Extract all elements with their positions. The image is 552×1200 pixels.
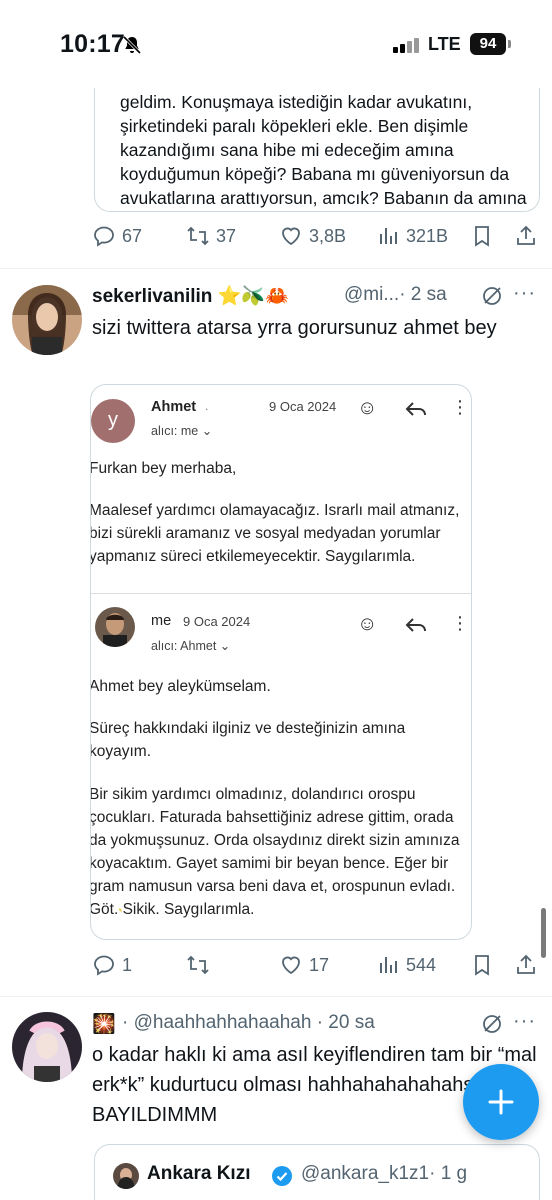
heart-icon [282, 956, 300, 975]
reply-icon [94, 955, 114, 976]
tweet-divider [0, 268, 552, 269]
reply-icon [94, 226, 114, 247]
retweet-button[interactable] [186, 953, 216, 977]
email-sender: me [151, 613, 172, 629]
views-icon [380, 957, 397, 973]
quoted-tweet-text: geldim. Konuşmaya istediğin kadar avukat… [120, 90, 530, 211]
avatar-photo [12, 1012, 82, 1082]
tweet-actions: 67 37 3,8B 321B [90, 224, 540, 254]
status-time: 10:17 [60, 30, 125, 58]
email-greeting: Ahmet bey aleykümselam. [90, 678, 271, 695]
share-icon [517, 225, 535, 245]
views-icon [380, 228, 397, 244]
tweet-actions: 1 17 544 [90, 953, 540, 983]
views-button[interactable]: 544 [376, 953, 436, 977]
more-options-icon[interactable]: ··· [513, 282, 536, 305]
bookmark-icon [475, 955, 489, 976]
more-options-icon[interactable]: ··· [513, 1010, 536, 1033]
heart-icon [282, 227, 300, 246]
tweet-time: · 2 sa [399, 284, 447, 305]
network-label: LTE [428, 34, 461, 54]
email-paragraph-2: Bir sikim yardımcı olmadınız, dolandırıc… [90, 786, 460, 918]
email-sender-dot: . [205, 399, 209, 413]
share-button[interactable] [514, 953, 538, 977]
compose-button[interactable] [463, 1064, 539, 1140]
tweet-text: sizi twittera atarsa yrra gorursunuz ahm… [92, 317, 497, 339]
battery-tip [508, 40, 511, 48]
tweet-time: · 20 sa [316, 1012, 375, 1033]
tweet-handle[interactable]: @mi...· 2 sa [344, 284, 447, 306]
share-icon [517, 954, 535, 974]
email-paragraph-1: Süreç hakkındaki ilginiz ve desteğinizin… [90, 720, 406, 760]
verified-badge-icon [272, 1166, 292, 1186]
email-separator [91, 593, 471, 594]
name-emoji-badge: 🎇 [92, 1014, 116, 1035]
email-sender: Ahmet [151, 399, 197, 415]
avatar-photo [12, 285, 82, 355]
battery-icon: 94 [470, 33, 506, 55]
reply-arrow-icon[interactable] [405, 617, 427, 633]
reply-arrow-icon[interactable] [405, 401, 427, 417]
quoted-tweet-card[interactable]: Ankara Kızı @ankara_k1z1· 1 g [94, 1144, 540, 1200]
share-button[interactable] [514, 224, 538, 248]
plus-icon [488, 1089, 514, 1115]
grok-icon[interactable] [481, 285, 503, 307]
email-date: 9 Oca 2024 [183, 614, 251, 629]
bell-off-icon [122, 35, 142, 55]
retweet-icon [187, 226, 209, 246]
like-button[interactable]: 3,8B [279, 224, 346, 248]
email-date: 9 Oca 2024 [269, 399, 337, 414]
quoted-author-name: Ankara Kızı [147, 1163, 251, 1184]
avatar [113, 1163, 139, 1189]
email-avatar-letter: y [91, 399, 135, 443]
avatar[interactable] [12, 1012, 82, 1082]
tweet-media-email-screenshot[interactable]: y Ahmet . 9 Oca 2024 alıcı: me ⌄ ☺ ⋮ Fur… [90, 384, 472, 940]
signal-icon [393, 37, 419, 53]
views-button[interactable]: 321B [376, 224, 448, 248]
tweet-divider [0, 996, 552, 997]
email-recipient[interactable]: alıcı: me ⌄ [151, 423, 212, 438]
bookmark-button[interactable] [470, 224, 494, 248]
avatar[interactable] [12, 285, 82, 355]
quoted-handle: @ankara_k1z1· 1 g [301, 1163, 468, 1184]
status-bar: 10:17 LTE 94 [0, 0, 552, 88]
reply-button[interactable]: 1 [92, 953, 132, 977]
scrollbar[interactable] [541, 908, 546, 958]
tweet-author-name[interactable]: sekerlivanilin ⭐🫒🦀 [92, 284, 289, 308]
retweet-button[interactable]: 37 [186, 224, 236, 248]
name-emojis: ⭐🫒🦀 [217, 286, 289, 307]
email-more-icon[interactable]: ⋮ [451, 397, 469, 418]
retweet-icon [187, 955, 209, 975]
email-avatar [95, 607, 135, 647]
bookmark-button[interactable] [470, 953, 494, 977]
reply-button[interactable]: 67 [92, 224, 142, 248]
bookmark-icon [475, 226, 489, 247]
tweet-handle[interactable]: · @haahhahhahaahah · 20 sa [122, 1012, 375, 1034]
email-greeting: Furkan bey merhaba, [90, 460, 237, 477]
email-recipient[interactable]: alıcı: Ahmet ⌄ [151, 638, 230, 653]
emoji-react-icon[interactable]: ☺ [357, 613, 377, 636]
emoji-react-icon[interactable]: ☺ [357, 397, 377, 420]
grok-icon[interactable] [481, 1013, 503, 1035]
like-button[interactable]: 17 [279, 953, 329, 977]
email-body: Maalesef yardımcı olamayacağız. Israrlı … [90, 502, 460, 565]
email-more-icon[interactable]: ⋮ [451, 613, 469, 634]
